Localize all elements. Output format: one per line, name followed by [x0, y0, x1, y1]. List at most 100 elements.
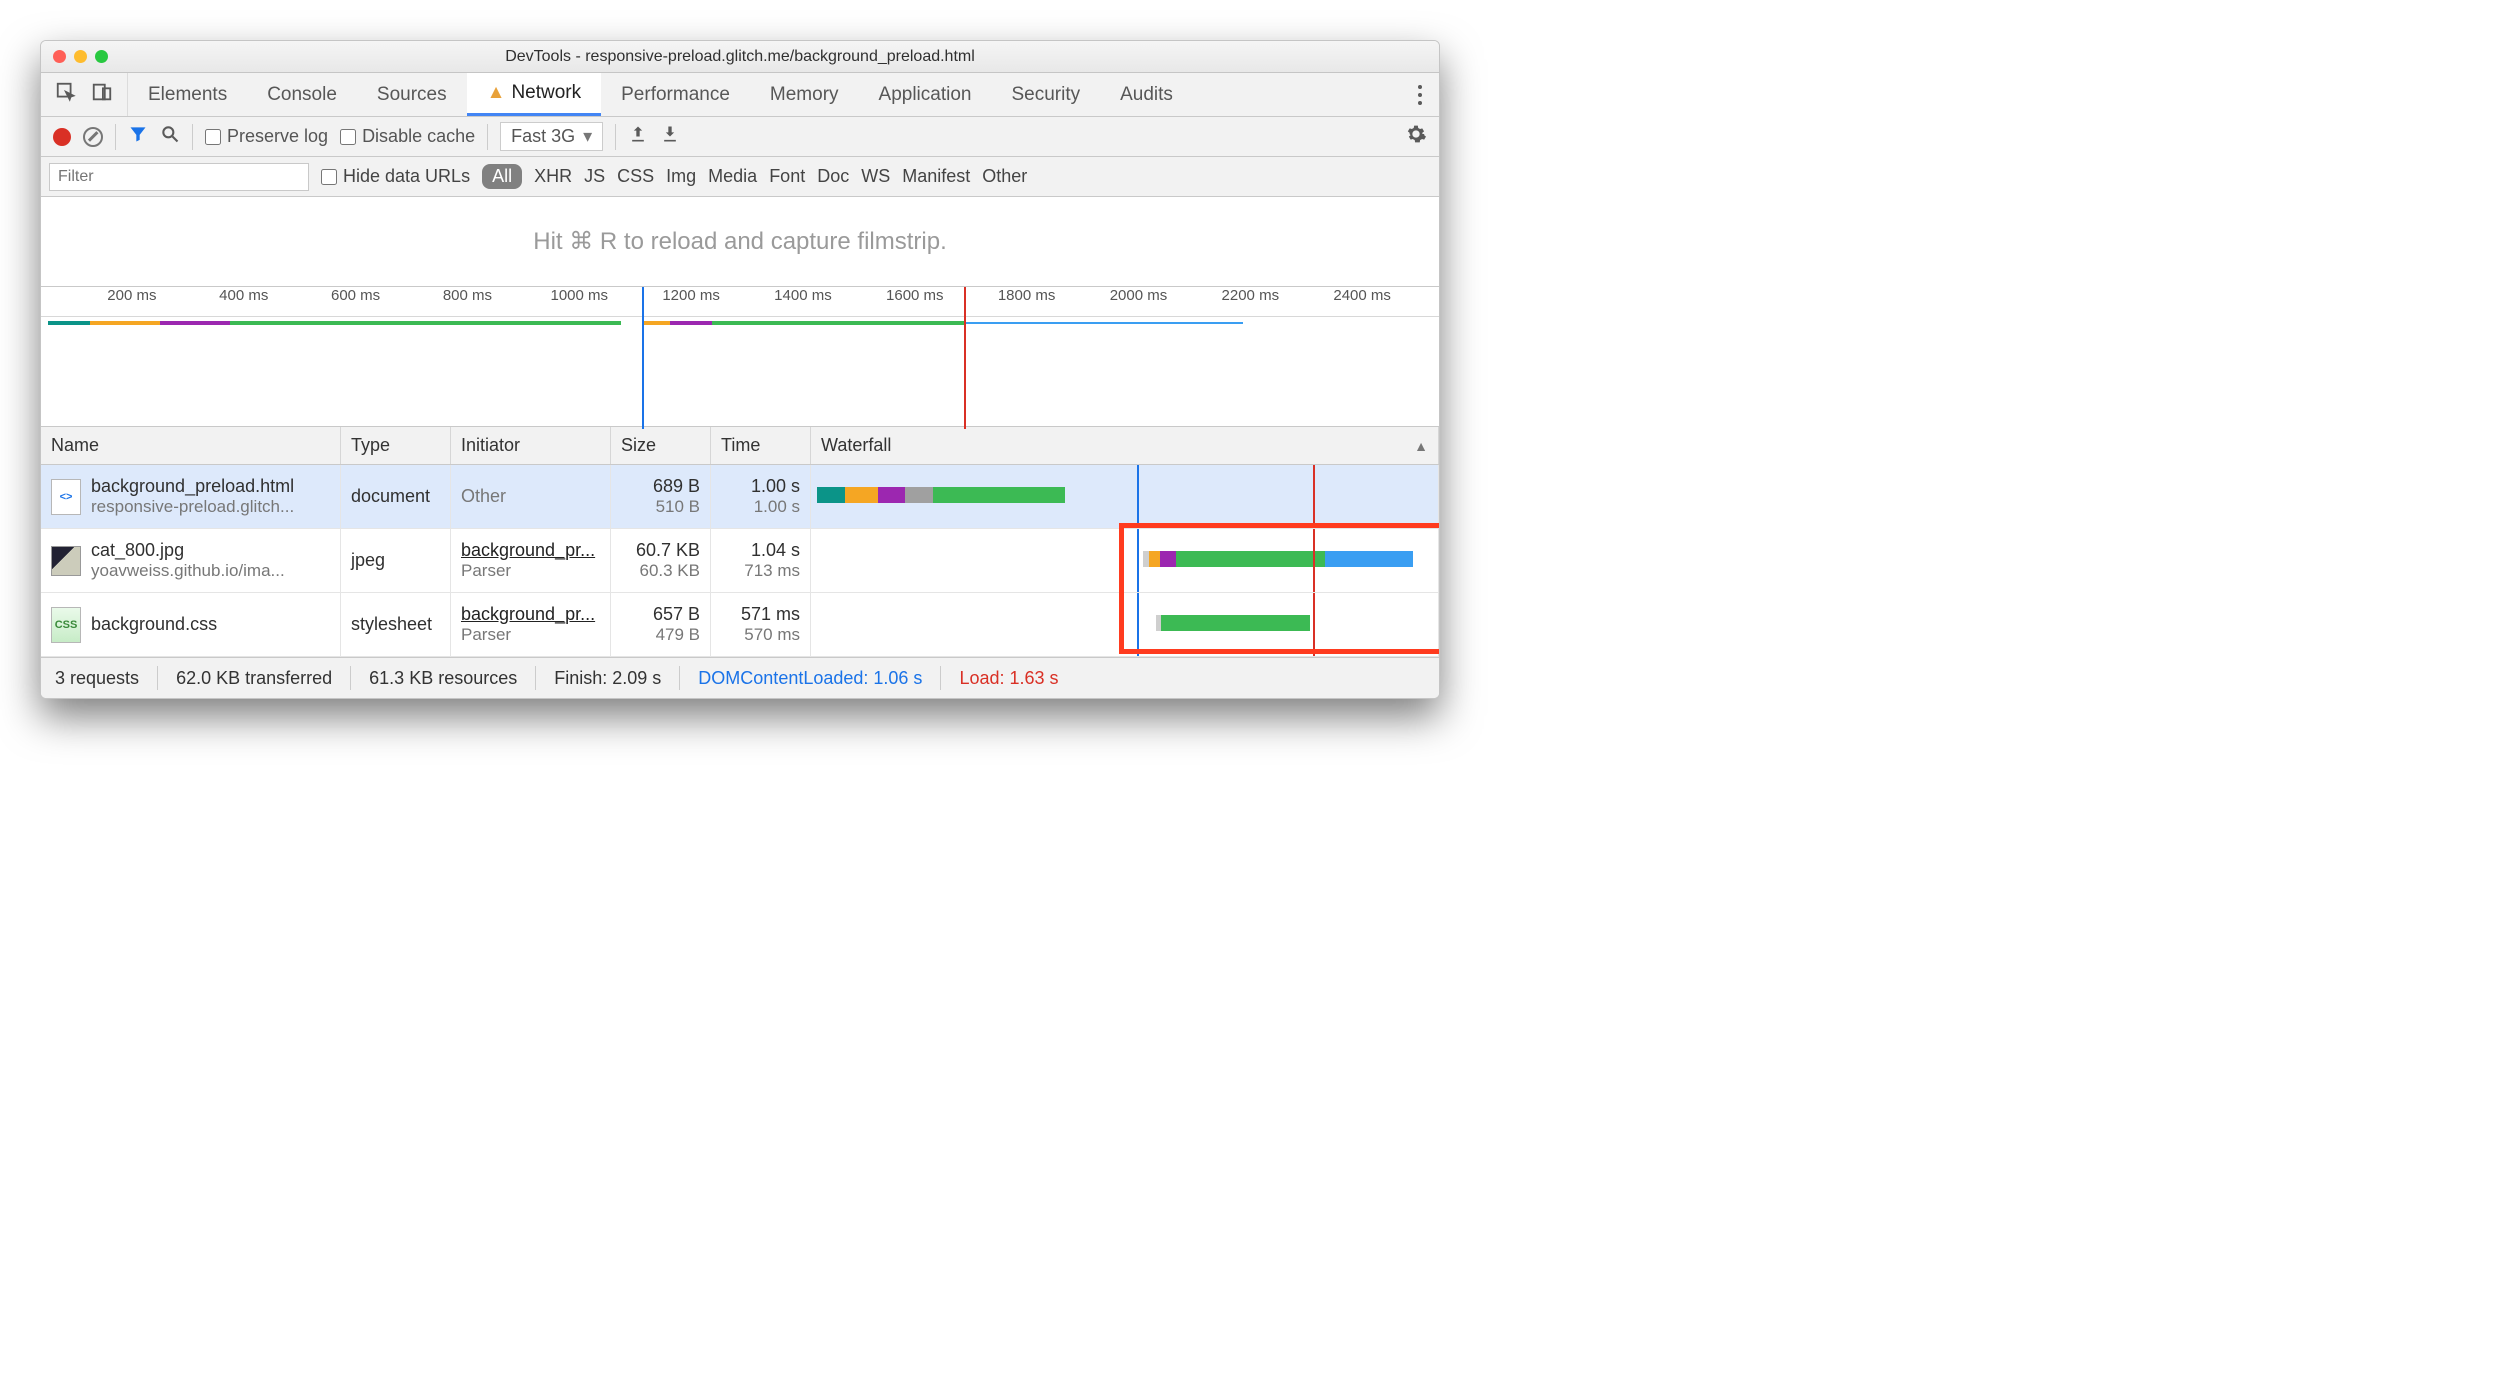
table-row[interactable]: cat_800.jpgyoavweiss.github.io/ima... jpe… — [41, 529, 1439, 593]
cell-size: 689 B — [621, 476, 700, 497]
hide-data-urls-checkbox[interactable]: Hide data URLs — [321, 166, 470, 187]
status-load: Load: 1.63 s — [959, 668, 1058, 689]
filter-icon[interactable] — [128, 124, 148, 149]
filter-type-doc[interactable]: Doc — [817, 166, 849, 187]
dcl-marker — [1137, 529, 1139, 592]
cell-size-raw: 479 B — [621, 625, 700, 645]
status-requests: 3 requests — [55, 668, 139, 689]
table-row[interactable]: <>background_preload.htmlresponsive-prel… — [41, 465, 1439, 529]
filter-type-font[interactable]: Font — [769, 166, 805, 187]
disable-cache-checkbox[interactable]: Disable cache — [340, 126, 475, 147]
col-size[interactable]: Size — [611, 427, 711, 464]
cell-time: 571 ms — [721, 604, 800, 625]
timeline-overview[interactable]: 200 ms400 ms600 ms800 ms1000 ms1200 ms14… — [41, 287, 1439, 427]
search-icon[interactable] — [160, 124, 180, 149]
initiator-sub: Parser — [461, 625, 600, 645]
filter-type-manifest[interactable]: Manifest — [902, 166, 970, 187]
ruler-tick: 1800 ms — [992, 287, 1062, 304]
cell-size-raw: 60.3 KB — [621, 561, 700, 581]
col-name[interactable]: Name — [41, 427, 341, 464]
status-bar: 3 requests 62.0 KB transferred 61.3 KB r… — [41, 658, 1439, 698]
filter-type-all[interactable]: All — [482, 164, 522, 189]
window-title: DevTools - responsive-preload.glitch.me/… — [41, 48, 1439, 66]
status-finish: Finish: 2.09 s — [554, 668, 661, 689]
filter-input[interactable] — [49, 163, 309, 191]
filter-type-other[interactable]: Other — [982, 166, 1027, 187]
request-name: cat_800.jpg — [91, 540, 330, 561]
cell-time: 1.04 s — [721, 540, 800, 561]
zoom-window-button[interactable] — [95, 50, 108, 63]
file-icon — [51, 546, 81, 576]
ruler-tick: 2000 ms — [1103, 287, 1173, 304]
cell-waterfall — [811, 529, 1439, 592]
preserve-log-checkbox[interactable]: Preserve log — [205, 126, 328, 147]
device-toolbar-icon[interactable] — [91, 81, 113, 108]
col-waterfall[interactable]: Waterfall▲ — [811, 427, 1439, 464]
tab-memory[interactable]: Memory — [750, 73, 859, 116]
main-tabs: Elements Console Sources ▲Network Perfor… — [41, 73, 1439, 117]
ruler-tick: 1400 ms — [768, 287, 838, 304]
tab-security[interactable]: Security — [991, 73, 1100, 116]
ruler-tick: 2400 ms — [1327, 287, 1397, 304]
cell-waterfall — [811, 465, 1439, 528]
request-domain: yoavweiss.github.io/ima... — [91, 561, 330, 581]
export-har-icon[interactable] — [660, 124, 680, 149]
cell-size: 60.7 KB — [621, 540, 700, 561]
filter-bar: Hide data URLs All XHR JS CSS Img Media … — [41, 157, 1439, 197]
cell-waterfall — [811, 593, 1439, 656]
settings-icon[interactable] — [1405, 123, 1427, 150]
more-menu-icon[interactable] — [1401, 73, 1439, 116]
col-type[interactable]: Type — [341, 427, 451, 464]
load-marker — [964, 287, 966, 429]
filter-type-img[interactable]: Img — [666, 166, 696, 187]
dcl-marker — [642, 287, 644, 429]
warning-icon: ▲ — [487, 82, 506, 104]
cell-size-raw: 510 B — [621, 497, 700, 517]
initiator-link[interactable]: background_pr... — [461, 604, 600, 625]
ruler-tick: 200 ms — [97, 287, 167, 304]
tab-elements[interactable]: Elements — [128, 73, 247, 116]
cell-time: 1.00 s — [721, 476, 800, 497]
tab-performance[interactable]: Performance — [601, 73, 750, 116]
filter-type-ws[interactable]: WS — [861, 166, 890, 187]
inspect-element-icon[interactable] — [55, 81, 77, 108]
cell-type: jpeg — [341, 529, 451, 592]
file-icon: CSS — [51, 607, 81, 643]
minimize-window-button[interactable] — [74, 50, 87, 63]
tab-network[interactable]: ▲Network — [467, 73, 602, 116]
cell-time-latency: 713 ms — [721, 561, 800, 581]
filter-type-xhr[interactable]: XHR — [534, 166, 572, 187]
close-window-button[interactable] — [53, 50, 66, 63]
table-row[interactable]: CSSbackground.cssstylesheetbackground_pr… — [41, 593, 1439, 657]
tab-console[interactable]: Console — [247, 73, 357, 116]
table-header: Name Type Initiator Size Time Waterfall▲ — [41, 427, 1439, 465]
cell-type: stylesheet — [341, 593, 451, 656]
filmstrip-hint: Hit ⌘ R to reload and capture filmstrip. — [41, 197, 1439, 287]
tab-application[interactable]: Application — [859, 73, 992, 116]
status-domcontentloaded: DOMContentLoaded: 1.06 s — [698, 668, 922, 689]
cell-time-latency: 1.00 s — [721, 497, 800, 517]
load-marker — [1313, 465, 1315, 528]
dcl-marker — [1137, 465, 1139, 528]
ruler-tick: 1600 ms — [880, 287, 950, 304]
status-resources: 61.3 KB resources — [369, 668, 517, 689]
cell-time-latency: 570 ms — [721, 625, 800, 645]
clear-button[interactable] — [83, 127, 103, 147]
col-initiator[interactable]: Initiator — [451, 427, 611, 464]
cell-size: 657 B — [621, 604, 700, 625]
window-titlebar: DevTools - responsive-preload.glitch.me/… — [41, 41, 1439, 73]
throttling-select[interactable]: Fast 3G▾ — [500, 122, 603, 151]
filter-type-css[interactable]: CSS — [617, 166, 654, 187]
filter-type-js[interactable]: JS — [584, 166, 605, 187]
sort-asc-icon: ▲ — [1414, 438, 1428, 454]
filter-type-media[interactable]: Media — [708, 166, 757, 187]
tab-sources[interactable]: Sources — [357, 73, 467, 116]
col-time[interactable]: Time — [711, 427, 811, 464]
request-table: Name Type Initiator Size Time Waterfall▲… — [41, 427, 1439, 658]
import-har-icon[interactable] — [628, 124, 648, 149]
load-marker — [1313, 593, 1315, 656]
record-button[interactable] — [53, 128, 71, 146]
ruler-tick: 600 ms — [321, 287, 391, 304]
initiator-link[interactable]: background_pr... — [461, 540, 600, 561]
tab-audits[interactable]: Audits — [1100, 73, 1193, 116]
